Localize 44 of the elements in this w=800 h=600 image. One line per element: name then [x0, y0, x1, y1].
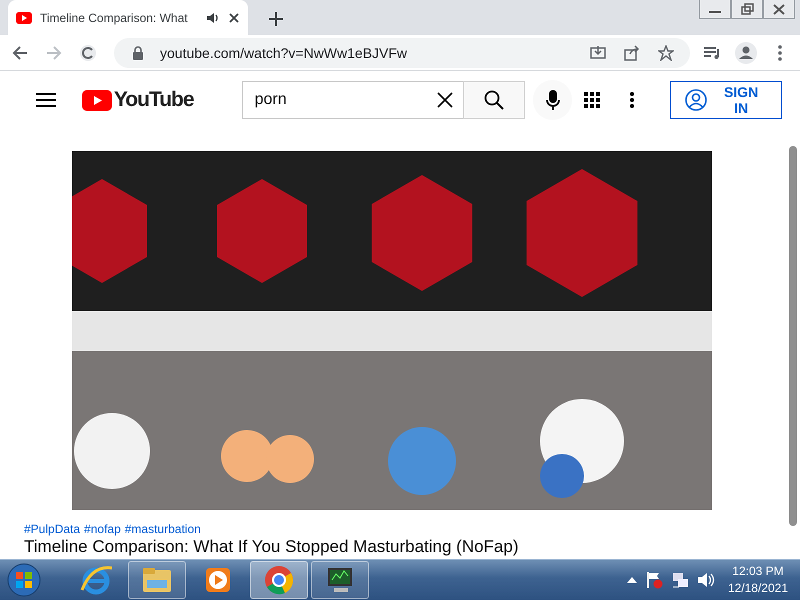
search-button[interactable] — [462, 81, 525, 119]
chrome-icon — [263, 564, 295, 596]
address-bar[interactable]: youtube.com/watch?v=NwWw1eBJVFw — [114, 38, 690, 68]
caret-up-icon[interactable] — [626, 577, 637, 583]
search-icon — [484, 90, 504, 110]
network-icon[interactable] — [670, 571, 689, 589]
taskbar-app-button[interactable] — [311, 561, 369, 599]
volume-icon[interactable] — [696, 571, 715, 589]
video-title: Timeline Comparison: What If You Stopped Masturbating (NoFap) — [24, 537, 519, 557]
clock[interactable]: 12:03 PM 12/18/2021 — [728, 563, 788, 597]
close-icon[interactable] — [228, 12, 240, 24]
more-icon[interactable] — [778, 44, 782, 60]
scrollbar-thumb[interactable] — [789, 146, 797, 526]
play-logo-icon — [82, 90, 112, 110]
lock-icon — [132, 46, 144, 60]
back-icon[interactable] — [12, 44, 28, 60]
youtube-icon — [16, 12, 32, 24]
share-icon[interactable] — [624, 44, 640, 60]
apps-grid-icon[interactable] — [584, 92, 600, 108]
logo-text: YouTube — [114, 88, 194, 112]
windows-logo-icon — [7, 563, 41, 597]
profile-icon[interactable] — [735, 42, 757, 64]
install-icon[interactable] — [590, 44, 606, 60]
clear-icon[interactable] — [436, 92, 453, 108]
sign-in-button[interactable]: SIGN IN — [670, 81, 782, 119]
microphone-icon — [546, 90, 560, 110]
account-icon — [685, 89, 708, 111]
taskbar-app-button[interactable] — [128, 561, 186, 599]
more-icon[interactable] — [630, 92, 634, 108]
globe-e-icon — [80, 564, 112, 596]
plus-icon — [269, 12, 283, 26]
flag-icon[interactable] — [644, 571, 663, 589]
taskbar-app-button[interactable] — [250, 561, 308, 599]
reload-icon[interactable] — [79, 44, 97, 62]
hashtag-link[interactable]: #PulpData — [24, 522, 80, 536]
hashtag-link[interactable]: #masturbation — [124, 522, 201, 536]
voice-search-button[interactable] — [532, 80, 572, 120]
browser-tab[interactable]: Timeline Comparison: What — [8, 0, 248, 35]
search-field[interactable]: porn — [242, 81, 427, 119]
menu-icon[interactable] — [36, 92, 56, 108]
star-icon[interactable] — [658, 44, 674, 60]
media-queue-icon[interactable] — [703, 44, 721, 60]
speaker-icon — [206, 12, 220, 24]
hashtag-link[interactable]: #nofap — [84, 522, 121, 536]
